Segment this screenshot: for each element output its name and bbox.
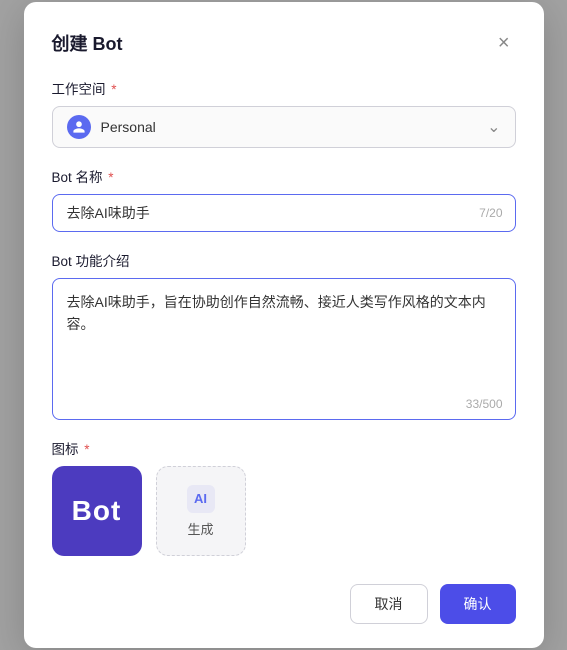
dialog-header: 创建 Bot × bbox=[52, 30, 516, 56]
bot-desc-char-count: 33/500 bbox=[53, 397, 515, 419]
generate-label: 生成 bbox=[187, 519, 213, 538]
cancel-button[interactable]: 取消 bbox=[350, 584, 428, 624]
bot-desc-textarea-wrapper: 33/500 bbox=[52, 278, 516, 421]
icon-bot-text: Bot bbox=[72, 495, 122, 527]
create-bot-dialog: 创建 Bot × 工作空间 * Personal ⌄ Bot 名称 * bbox=[24, 2, 544, 649]
chevron-down-icon: ⌄ bbox=[487, 117, 500, 137]
confirm-button[interactable]: 确认 bbox=[440, 584, 516, 624]
bot-name-input-wrapper: 7/20 bbox=[52, 194, 516, 232]
icon-generate-button[interactable]: AI 生成 bbox=[156, 466, 246, 556]
ai-icon: AI bbox=[187, 485, 215, 513]
workspace-value: Personal bbox=[101, 119, 488, 135]
bot-name-field-group: Bot 名称 * 7/20 bbox=[52, 166, 516, 232]
dialog-title: 创建 Bot bbox=[52, 30, 123, 56]
icon-section: 图标 * Bot AI 生成 bbox=[52, 438, 516, 556]
bot-desc-field-group: Bot 功能介绍 33/500 bbox=[52, 250, 516, 421]
dialog-footer: 取消 确认 bbox=[52, 580, 516, 624]
workspace-select[interactable]: Personal ⌄ bbox=[52, 106, 516, 148]
bot-name-label: Bot 名称 * bbox=[52, 166, 516, 186]
icon-label: 图标 * bbox=[52, 438, 516, 458]
workspace-field-group: 工作空间 * Personal ⌄ bbox=[52, 78, 516, 148]
person-icon bbox=[72, 120, 86, 134]
workspace-icon bbox=[67, 115, 91, 139]
close-button[interactable]: × bbox=[492, 31, 516, 55]
icon-options: Bot AI 生成 bbox=[52, 466, 516, 556]
workspace-label: 工作空间 * bbox=[52, 78, 516, 98]
bot-desc-label: Bot 功能介绍 bbox=[52, 250, 516, 270]
modal-overlay: 创建 Bot × 工作空间 * Personal ⌄ Bot 名称 * bbox=[0, 0, 567, 650]
icon-bot-selected[interactable]: Bot bbox=[52, 466, 142, 556]
bot-desc-textarea[interactable] bbox=[53, 279, 515, 393]
bot-name-input[interactable] bbox=[53, 195, 480, 231]
bot-name-char-count: 7/20 bbox=[479, 206, 514, 220]
